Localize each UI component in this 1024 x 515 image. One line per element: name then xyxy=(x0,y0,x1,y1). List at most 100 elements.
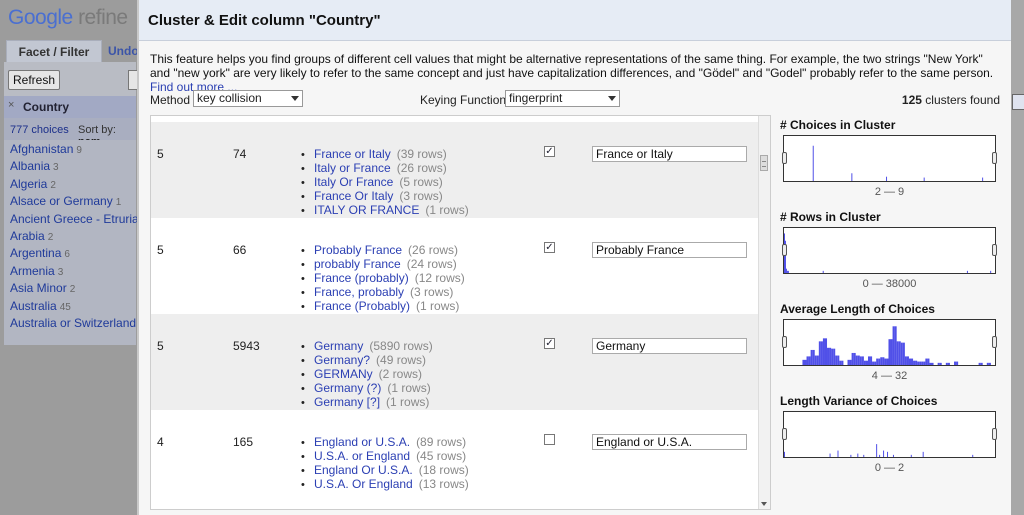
range-slider-left-handle[interactable] xyxy=(782,428,787,440)
histogram-section: # Choices in Cluster 2 — 9 xyxy=(780,118,1005,204)
histogram-title: Average Length of Choices xyxy=(780,302,935,316)
cluster-choice-count: (2 rows) xyxy=(378,367,423,381)
facet-choice-label[interactable]: Asia Minor xyxy=(10,281,67,295)
cluster-choice-value[interactable]: probably France xyxy=(314,257,401,271)
facet-choice-label[interactable]: Algeria xyxy=(10,177,47,191)
merge-checkbox[interactable]: ✓ xyxy=(544,146,555,157)
histogram-chart[interactable] xyxy=(782,319,997,366)
facet-choice-count: 1 xyxy=(115,197,122,209)
histogram-bar xyxy=(863,454,865,457)
cluster-choice: Italy or France (26 rows) xyxy=(301,161,469,175)
cluster-choice-value[interactable]: Italy or France xyxy=(314,161,391,175)
cluster-choices: Germany (5890 rows)Germany? (49 rows)GERMA… xyxy=(301,339,433,409)
cluster-choice-count: (3 rows) xyxy=(410,285,454,299)
histogram-chart[interactable] xyxy=(782,411,997,458)
histogram-bar xyxy=(876,358,879,365)
cluster-row-count: 74 xyxy=(233,147,247,161)
method-select[interactable]: key collision xyxy=(193,90,303,107)
cluster-choice-value[interactable]: GERMANy xyxy=(314,367,373,381)
histogram-bar xyxy=(945,362,948,365)
histogram-chart[interactable] xyxy=(782,135,997,182)
keying-function-select[interactable]: fingerprint xyxy=(505,90,620,107)
histogram-section: # Rows in Cluster 0 — 38000 xyxy=(780,210,1005,296)
cluster-choice-value[interactable]: ITALY OR FRANCE xyxy=(314,203,419,217)
new-cell-value-input[interactable]: France or Italy xyxy=(592,146,747,162)
facet-choice[interactable]: Armenia 3 xyxy=(10,264,63,278)
cluster-choice-value[interactable]: U.S.A. Or England xyxy=(314,477,413,491)
facet-choice[interactable]: Albania 3 xyxy=(10,159,59,173)
histogram-bar xyxy=(808,356,811,365)
histogram-chart[interactable] xyxy=(782,227,997,274)
facet-choice-label[interactable]: Argentina xyxy=(10,246,61,260)
facet-choice-count: 9 xyxy=(76,145,82,156)
cluster-choice: GERMANy (2 rows) xyxy=(301,367,433,381)
facet-choice-label[interactable]: Arabia xyxy=(10,229,45,243)
cluster-choice-value[interactable]: England Or U.S.A. xyxy=(314,463,413,477)
range-slider-right-handle[interactable] xyxy=(992,336,997,348)
cluster-choice-value[interactable]: France Or Italy xyxy=(314,189,393,203)
histogram-bar xyxy=(927,358,930,365)
cluster-choice: England or U.S.A. (89 rows) xyxy=(301,435,469,449)
facet-choice[interactable]: Australia or Switzerland xyxy=(10,316,139,330)
facet-choice[interactable]: Asia Minor 2 xyxy=(10,281,75,295)
new-cell-value-input[interactable]: England or U.S.A. xyxy=(592,434,747,450)
cluster-choice-value[interactable]: Germany (?) xyxy=(314,381,381,395)
tab-facet-filter[interactable]: Facet / Filter xyxy=(6,40,102,63)
range-slider-right-handle[interactable] xyxy=(992,428,997,440)
merge-checkbox[interactable]: ✓ xyxy=(544,338,555,349)
dropdown-button-partial[interactable] xyxy=(1012,94,1024,110)
facet-choice-label[interactable]: Alsace or Germany xyxy=(10,194,113,208)
cluster-choice-value[interactable]: Probably France xyxy=(314,243,402,257)
cluster-table: 574France or Italy(39 rows)Italy or Fran… xyxy=(150,115,771,510)
cluster-choice-value[interactable]: France (Probably) xyxy=(314,299,410,313)
facet-choice[interactable]: Australia 45 xyxy=(10,299,71,313)
facet-choice[interactable]: Argentina 6 xyxy=(10,246,70,260)
dialog-description: This feature helps you find groups of di… xyxy=(150,52,1002,94)
new-cell-value-input[interactable]: Germany xyxy=(592,338,747,354)
cluster-choice: Germany (5890 rows) xyxy=(301,339,433,353)
histogram-bar xyxy=(972,454,974,457)
facet-choice-label[interactable]: Albania xyxy=(10,159,50,173)
histogram-bar xyxy=(839,360,842,365)
cluster-table-scrollbar[interactable] xyxy=(758,116,770,509)
cluster-choice-count: (26 rows) xyxy=(396,161,447,175)
scrollbar-thumb[interactable] xyxy=(760,155,768,171)
cluster-choice-count: (5890 rows) xyxy=(369,339,433,353)
facet-choice-label[interactable]: Australia or Switzerland xyxy=(10,316,136,330)
cluster-choice-value[interactable]: Italy Or France xyxy=(314,175,393,189)
range-slider-left-handle[interactable] xyxy=(782,152,787,164)
cluster-choice-value[interactable]: Germany [?] xyxy=(314,395,380,409)
histogram-bar xyxy=(879,454,881,457)
cluster-choice-value[interactable]: France (probably) xyxy=(314,271,409,285)
facet-choice-label[interactable]: Afghanistan xyxy=(10,142,73,156)
cluster-choice-value[interactable]: England or U.S.A. xyxy=(314,435,410,449)
cluster-choice-value[interactable]: Germany xyxy=(314,339,363,353)
facet-choice-label[interactable]: Australia xyxy=(10,299,57,313)
new-cell-value-input[interactable]: Probably France xyxy=(592,242,747,258)
range-slider-right-handle[interactable] xyxy=(992,244,997,256)
facet-choice[interactable]: Ancient Greece - Etruria xyxy=(10,212,142,226)
facet-choice[interactable]: Arabia 2 xyxy=(10,229,53,243)
histogram-bar xyxy=(892,326,895,365)
facet-choice[interactable]: Alsace or Germany 1 xyxy=(10,194,121,208)
facet-choices-count[interactable]: 777 choices xyxy=(10,124,69,136)
cluster-choice-value[interactable]: U.S.A. or England xyxy=(314,449,410,463)
scroll-down-arrow-icon[interactable] xyxy=(761,502,767,506)
histogram-bar xyxy=(847,359,850,365)
range-slider-left-handle[interactable] xyxy=(782,244,787,256)
facet-choice-label[interactable]: Ancient Greece - Etruria xyxy=(10,212,139,226)
merge-checkbox[interactable] xyxy=(544,434,555,445)
facet-choice[interactable]: Algeria 2 xyxy=(10,177,56,191)
cluster-choice-value[interactable]: France or Italy xyxy=(314,147,391,161)
merge-checkbox[interactable]: ✓ xyxy=(544,242,555,253)
histogram-bar xyxy=(827,347,830,365)
range-slider-left-handle[interactable] xyxy=(782,336,787,348)
histogram-bar xyxy=(876,444,878,457)
refresh-button[interactable]: Refresh xyxy=(8,70,60,90)
facet-choice-label[interactable]: Armenia xyxy=(10,264,55,278)
cluster-choice-value[interactable]: France, probably xyxy=(314,285,404,299)
facet-choice[interactable]: Afghanistan 9 xyxy=(10,142,82,156)
close-icon[interactable]: × xyxy=(8,99,14,111)
cluster-choice-value[interactable]: Germany? xyxy=(314,353,370,367)
range-slider-right-handle[interactable] xyxy=(992,152,997,164)
